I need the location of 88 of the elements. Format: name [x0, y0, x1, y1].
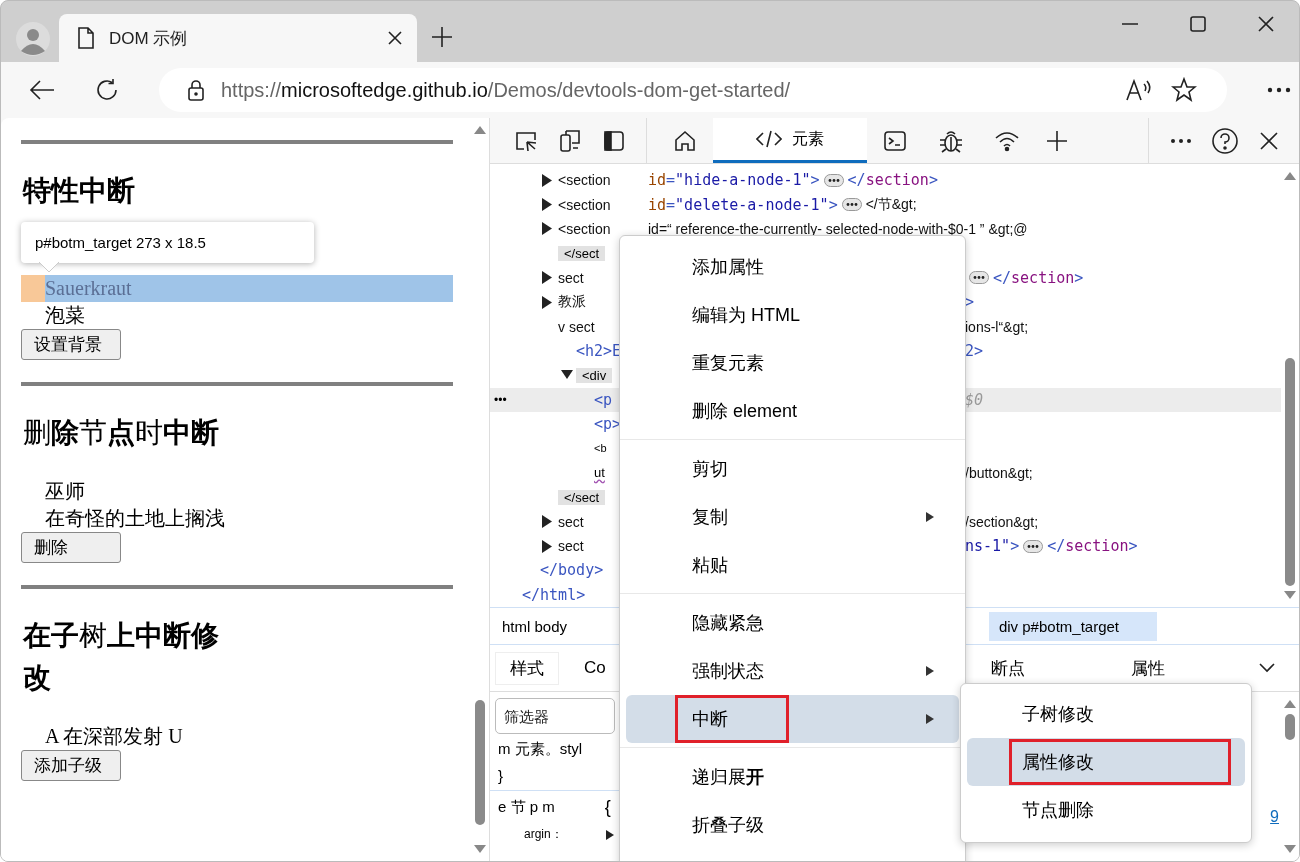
code-text: /section&gt;: [965, 513, 1039, 530]
code-text: >: [965, 293, 975, 312]
code-text: 2>: [965, 341, 984, 360]
dom-node-label[interactable]: <section: [558, 172, 611, 189]
filter-field[interactable]: 筛选器: [495, 698, 615, 735]
list-item: 在奇怪的土地上搁浅: [44, 506, 226, 531]
panel-tab[interactable]: Co: [570, 654, 620, 683]
menu-item[interactable]: 折叠子级: [626, 801, 959, 849]
dom-node-label[interactable]: </sect: [558, 245, 606, 261]
code-text: =: [666, 171, 676, 190]
menu-item[interactable]: 添加属性: [626, 243, 959, 291]
dom-node-label[interactable]: <h2>E: [576, 341, 622, 360]
breadcrumb[interactable]: div p#botm_target: [988, 611, 1157, 641]
panel-tab[interactable]: 断点: [977, 652, 1039, 684]
menu-item[interactable]: 编辑为 HTML: [626, 291, 959, 339]
gutter-text[interactable]: •••: [494, 392, 507, 407]
dom-node-label[interactable]: <p: [594, 390, 613, 409]
dom-node-label[interactable]: 教派: [558, 293, 586, 312]
breadcrumb[interactable]: html body: [502, 611, 568, 641]
list-item: 泡菜: [44, 303, 86, 328]
list-item: 巫师: [44, 479, 86, 504]
code-text: >: [828, 195, 838, 214]
code-text: >: [810, 171, 820, 190]
dom-node-label[interactable]: v sect: [558, 318, 595, 335]
dom-node-label[interactable]: ut: [594, 465, 605, 481]
panel-tab[interactable]: 属性: [1117, 652, 1179, 684]
style-text: }: [498, 767, 503, 785]
code-text: </节&gt;: [865, 195, 917, 214]
menu-item[interactable]: 递归展开: [626, 753, 959, 801]
section-heading: 在子树上中断修改: [23, 618, 220, 696]
menu-item[interactable]: 节点删除: [967, 786, 1245, 834]
dom-node-label[interactable]: </sect: [558, 489, 606, 505]
section-heading: 特性中断: [23, 173, 136, 209]
address-bar[interactable]: https://microsoftedge.github.io/Demos/devtools-dom-get-started/: [159, 68, 1227, 112]
code-text: ns-1": [965, 537, 1011, 556]
section-heading: 删除节点时中断: [23, 415, 220, 451]
dom-node-label[interactable]: <b: [594, 442, 607, 455]
menu-item[interactable]: 隐藏紧急: [626, 599, 959, 647]
dom-node-label[interactable]: <div: [576, 367, 613, 383]
code-text: id: [648, 171, 667, 190]
dom-node-label[interactable]: <section: [558, 220, 611, 237]
elements-tab[interactable]: 元素: [713, 118, 867, 163]
code-text: >: [928, 171, 938, 190]
code-text: "delete-a-node-1": [675, 195, 829, 214]
list-item: Sauerkraut: [21, 275, 453, 302]
code-text: ions-l“&gt;: [965, 318, 1029, 335]
menu-item[interactable]: 剪切: [626, 445, 959, 493]
dom-node-label[interactable]: </html>: [522, 585, 586, 604]
style-text: {: [604, 797, 611, 819]
dom-node-label[interactable]: </body>: [540, 561, 604, 580]
page-button[interactable]: 添加子级: [21, 750, 121, 781]
code-text: </: [1047, 537, 1066, 556]
code-text: section: [1065, 537, 1129, 556]
code-text: /button&gt;: [965, 464, 1033, 481]
page-button[interactable]: 设置背景: [21, 329, 121, 360]
dom-node-label[interactable]: sect: [558, 513, 584, 530]
list-item: A 在深部发射 U: [44, 724, 184, 749]
menu-item[interactable]: 强制状态: [626, 647, 959, 695]
menu-item[interactable]: 属性修改: [967, 738, 1245, 786]
code-text: >: [1128, 537, 1138, 556]
code-text: </: [847, 171, 866, 190]
browser-tab[interactable]: DOM 示例: [59, 14, 417, 62]
style-text: e 节 p m: [498, 798, 555, 818]
code-text: id: [648, 195, 667, 214]
source-link[interactable]: 9: [1251, 808, 1281, 827]
code-text: =: [666, 195, 676, 214]
menu-item[interactable]: 粘贴: [626, 541, 959, 589]
dom-node-label[interactable]: sect: [558, 269, 584, 286]
menu-item[interactable]: 删除 element: [626, 387, 959, 435]
code-text: section: [865, 171, 929, 190]
menu-item[interactable]: 子树修改: [967, 690, 1245, 738]
dom-node-label[interactable]: <section: [558, 196, 611, 213]
code-text: >: [1074, 268, 1084, 287]
code-text: $0: [965, 390, 984, 409]
style-text: m 元素。styl: [498, 740, 583, 760]
dom-node-label[interactable]: <p>: [594, 415, 622, 434]
dom-node-label[interactable]: sect: [558, 538, 584, 555]
code-text: id=“ reference-the-currently- selected-node-with-$0-1 ” &gt;@: [648, 220, 1028, 237]
menu-item[interactable]: 中断: [626, 695, 959, 743]
menu-item[interactable]: 重复元素: [626, 339, 959, 387]
code-text: section: [1011, 268, 1075, 287]
menu-item[interactable]: 复制: [626, 493, 959, 541]
code-text: >: [1010, 537, 1020, 556]
code-text: </: [993, 268, 1012, 287]
code-text: "hide-a-node-1": [675, 171, 811, 190]
page-button[interactable]: 删除: [21, 532, 121, 563]
style-text: argin：: [524, 826, 563, 844]
url-text: https://microsoftedge.github.io/Demos/devtools-dom-get-started/: [221, 78, 791, 102]
